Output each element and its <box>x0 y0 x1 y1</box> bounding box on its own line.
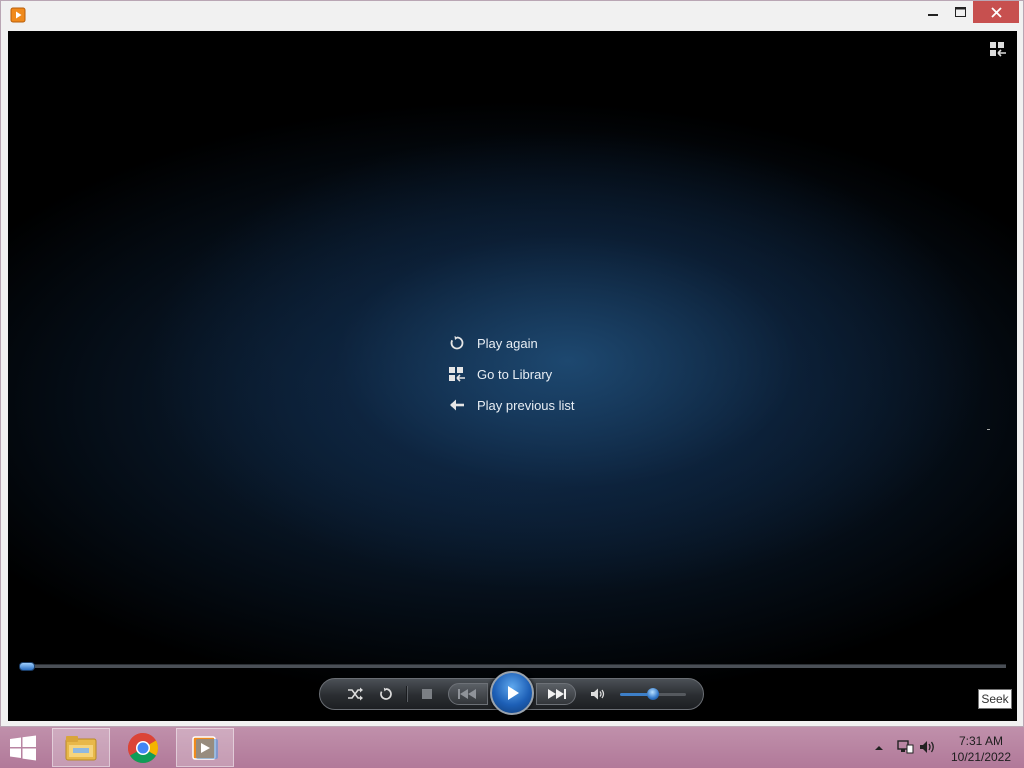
show-hidden-icons-button[interactable] <box>874 740 884 758</box>
title-bar[interactable] <box>1 1 1023 31</box>
seek-bar[interactable] <box>20 664 1006 668</box>
clock-date: 10/21/2022 <box>950 750 1012 764</box>
go-to-library-link[interactable]: Go to Library <box>448 362 552 386</box>
playback-controls <box>319 671 704 715</box>
next-button[interactable] <box>536 683 576 705</box>
play-again-label: Play again <box>477 335 538 351</box>
clock-time: 7:31 AM <box>958 734 1004 748</box>
taskbar: 7:31 AM 10/21/2022 <box>0 727 1024 768</box>
taskbar-media-player[interactable] <box>176 728 234 767</box>
library-icon <box>448 365 466 383</box>
media-player-window: Play again Go to Library Play previous l… <box>0 0 1024 727</box>
taskbar-file-explorer[interactable] <box>52 728 110 767</box>
play-previous-list-label: Play previous list <box>477 397 575 413</box>
speaker-icon <box>591 688 605 700</box>
chevron-up-icon <box>875 746 883 750</box>
media-player-icon[interactable] <box>10 7 26 23</box>
shuffle-icon <box>348 687 363 701</box>
volume-slider-thumb[interactable] <box>647 688 659 700</box>
back-arrow-icon <box>448 396 466 414</box>
previous-button[interactable] <box>448 683 488 705</box>
minimize-button[interactable] <box>919 1 947 23</box>
shuffle-button[interactable] <box>344 679 366 709</box>
close-icon <box>990 6 1002 18</box>
stop-button[interactable] <box>416 679 438 709</box>
minimize-icon <box>928 14 938 16</box>
taskbar-chrome[interactable] <box>114 728 172 767</box>
network-tray-button[interactable] <box>896 739 914 760</box>
media-player-icon <box>192 735 218 760</box>
switch-to-library-icon[interactable] <box>989 40 1007 58</box>
folder-icon <box>65 735 97 760</box>
play-again-link[interactable]: Play again <box>448 331 538 355</box>
video-area[interactable]: Play again Go to Library Play previous l… <box>8 31 1017 721</box>
chrome-icon <box>127 732 159 763</box>
next-icon <box>548 689 566 699</box>
network-icon <box>897 740 914 754</box>
close-button[interactable] <box>973 1 1019 23</box>
maximize-button[interactable] <box>947 1 973 23</box>
seek-thumb[interactable] <box>19 662 35 671</box>
seek-tooltip: Seek <box>978 689 1012 709</box>
go-to-library-label: Go to Library <box>477 366 553 382</box>
cursor-artifact <box>987 429 990 430</box>
windows-logo-icon <box>10 735 36 761</box>
maximize-icon <box>954 7 966 17</box>
repeat-button[interactable] <box>375 679 397 709</box>
controls-divider <box>406 686 408 702</box>
mute-button[interactable] <box>587 679 609 709</box>
repeat-icon <box>380 687 392 700</box>
replay-icon <box>448 334 466 352</box>
stop-icon <box>422 689 432 699</box>
play-icon <box>508 686 519 700</box>
play-button[interactable] <box>490 671 534 715</box>
speaker-icon <box>920 741 934 753</box>
play-previous-list-link[interactable]: Play previous list <box>448 393 575 417</box>
volume-tray-button[interactable] <box>919 739 937 760</box>
system-clock[interactable]: 7:31 AM 10/21/2022 <box>946 733 1016 765</box>
start-button[interactable] <box>6 733 40 763</box>
previous-icon <box>458 689 476 699</box>
